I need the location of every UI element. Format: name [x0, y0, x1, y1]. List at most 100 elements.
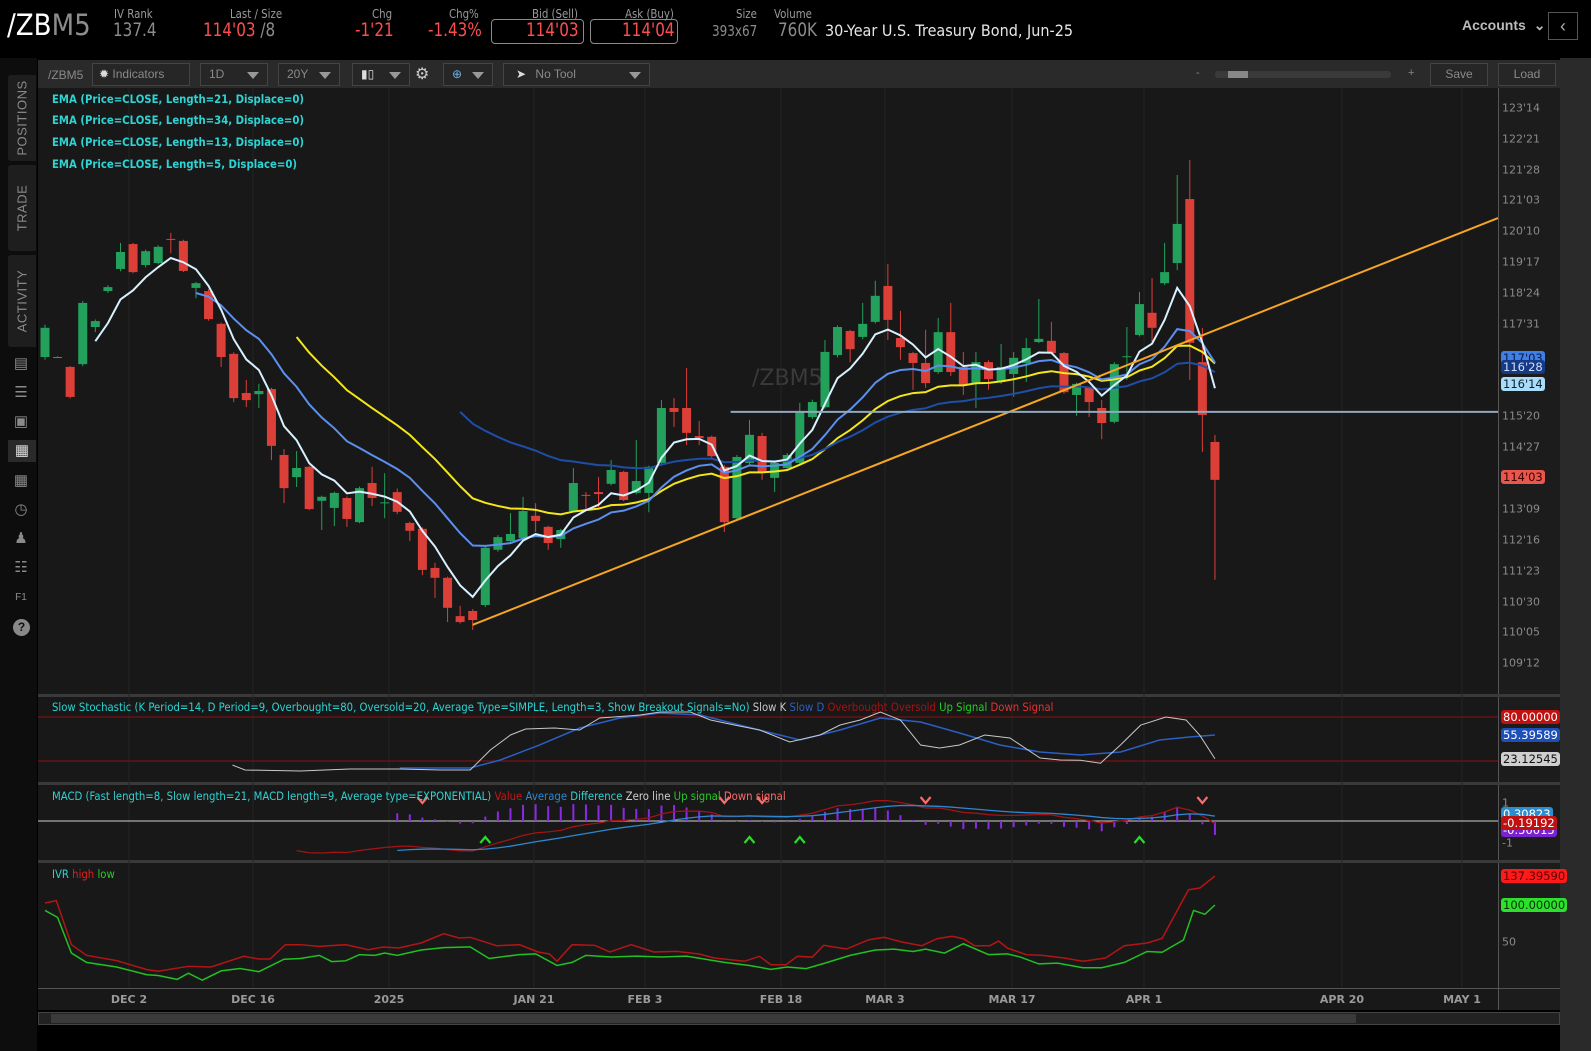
price-axis-label: 109'12: [1502, 656, 1541, 670]
up-signal-arrow: [793, 835, 806, 844]
candle-up: [1034, 338, 1044, 343]
up-signal-arrow: [1133, 835, 1146, 844]
candle-down: [719, 466, 729, 523]
slow-d-legend: Slow D: [789, 700, 825, 714]
price-axis-label: 111'23: [1502, 564, 1541, 578]
slow-d-line: [399, 712, 1215, 769]
candle-up: [153, 246, 163, 264]
ivr-high-legend: high: [72, 867, 95, 881]
candle-down: [1185, 199, 1195, 343]
macd-down-signal-legend: Down signal: [723, 789, 786, 803]
candle-up: [1172, 223, 1182, 264]
oversold-legend: Oversold: [890, 700, 936, 714]
ema-34-legend[interactable]: EMA (Price=CLOSE, Length=34, Displace=0): [52, 113, 304, 127]
macd-average-legend: Average: [525, 789, 568, 803]
candle-down: [304, 466, 314, 510]
macd-label: MACD (Fast length=8, Slow length=21, MAC…: [52, 789, 492, 803]
macd-average-line: [397, 804, 1216, 852]
stochastic-label: Slow Stochastic (K Period=14, D Period=9…: [52, 700, 750, 714]
price-axis-label: 119'17: [1502, 255, 1541, 269]
ivr-badge: 137.39590: [1501, 869, 1568, 883]
ivr-axis-tick: 50: [1502, 935, 1516, 949]
ema-21-line: [295, 336, 1216, 516]
date-tick: FEB 18: [759, 993, 803, 1006]
candle-down: [1197, 362, 1207, 416]
date-tick: DEC 2: [110, 993, 148, 1006]
stochastic-pane: [38, 711, 1498, 772]
candle-down: [1097, 407, 1107, 423]
macd-legend[interactable]: MACD (Fast length=8, Slow length=21, MAC…: [52, 789, 786, 803]
price-badge: 116'28: [1501, 360, 1545, 375]
candle-up: [329, 492, 339, 508]
candle-up: [254, 390, 264, 395]
candle-down: [1046, 340, 1056, 354]
date-tick: MAR 3: [865, 993, 905, 1006]
price-pane: [40, 159, 1498, 630]
price-axis-label: 117'31: [1502, 317, 1541, 331]
macd-up-signal-legend: Up signal: [673, 789, 721, 803]
candle-down: [883, 285, 893, 320]
scrollbar-thumb[interactable]: [51, 1014, 1356, 1023]
candle-up: [90, 321, 100, 328]
slow-k-legend: Slow K: [752, 700, 787, 714]
ema-5-legend[interactable]: EMA (Price=CLOSE, Length=5, Displace=0): [52, 157, 297, 171]
ema-5-line: [94, 256, 1216, 599]
down-signal-arrow: [1196, 796, 1209, 805]
candle-up: [644, 466, 654, 493]
price-axis-label: 123'14: [1502, 101, 1541, 115]
price-badge: 116'14: [1501, 377, 1545, 392]
candle-down: [908, 353, 918, 363]
candle-down: [367, 483, 377, 499]
date-tick: 2025: [373, 993, 405, 1006]
candle-down: [468, 610, 478, 621]
candle-up: [870, 295, 880, 322]
macd-pane: [38, 796, 1498, 854]
candle-up: [40, 327, 50, 358]
date-tick: MAY 1: [1443, 993, 1481, 1006]
ema-21-legend[interactable]: EMA (Price=CLOSE, Length=21, Displace=0): [52, 92, 304, 106]
date-tick: MAR 17: [988, 993, 1036, 1006]
candle-down: [229, 353, 239, 399]
down-signal-legend: Down Signal: [990, 700, 1054, 714]
candle-down: [216, 323, 226, 358]
ivr-legend[interactable]: IVR high low: [52, 867, 115, 881]
candle-up: [505, 533, 515, 542]
date-tick: APR 20: [1319, 993, 1365, 1006]
candle-down: [895, 338, 905, 348]
date-tick: DEC 16: [231, 993, 275, 1006]
candle-down: [1147, 312, 1157, 328]
price-axis-label: 121'03: [1502, 193, 1541, 207]
price-axis-label: 121'28: [1502, 163, 1541, 177]
candle-up: [606, 469, 616, 484]
ivr-pane: [44, 875, 1216, 982]
ema-13-legend[interactable]: EMA (Price=CLOSE, Length=13, Displace=0): [52, 135, 304, 149]
candle-up: [518, 511, 528, 538]
candle-up: [191, 283, 201, 288]
candle-up: [568, 483, 578, 512]
candle-up: [1122, 356, 1132, 358]
candle-up: [380, 502, 390, 504]
down-signal-arrow: [919, 796, 932, 805]
price-axis-label: 113'09: [1502, 502, 1541, 516]
ivr-badge: 100.00000: [1501, 898, 1568, 912]
macd-value-legend: Value: [494, 789, 523, 803]
stochastic-badge: 23.12545: [1501, 751, 1560, 766]
macd-value-badge: -0.19192: [1501, 816, 1557, 830]
price-axis-label: 110'30: [1502, 595, 1541, 609]
stochastic-badge: 55.39589: [1501, 728, 1560, 743]
candle-up: [141, 251, 151, 266]
candle-down: [694, 436, 704, 438]
candle-down: [455, 616, 465, 623]
date-tick: APR 1: [1125, 993, 1163, 1006]
ivr-low-line: [44, 904, 1216, 982]
price-axis-label: 112'16: [1502, 533, 1541, 547]
ivr-low-legend: low: [97, 867, 115, 881]
candle-down: [128, 244, 138, 273]
candle-up: [78, 302, 88, 365]
candle-down: [65, 366, 75, 397]
candle-down: [1084, 387, 1094, 403]
candle-up: [833, 327, 843, 356]
stochastic-legend[interactable]: Slow Stochastic (K Period=14, D Period=9…: [52, 700, 1053, 714]
candle-down: [581, 494, 591, 496]
horizontal-scrollbar[interactable]: [38, 1012, 1560, 1025]
